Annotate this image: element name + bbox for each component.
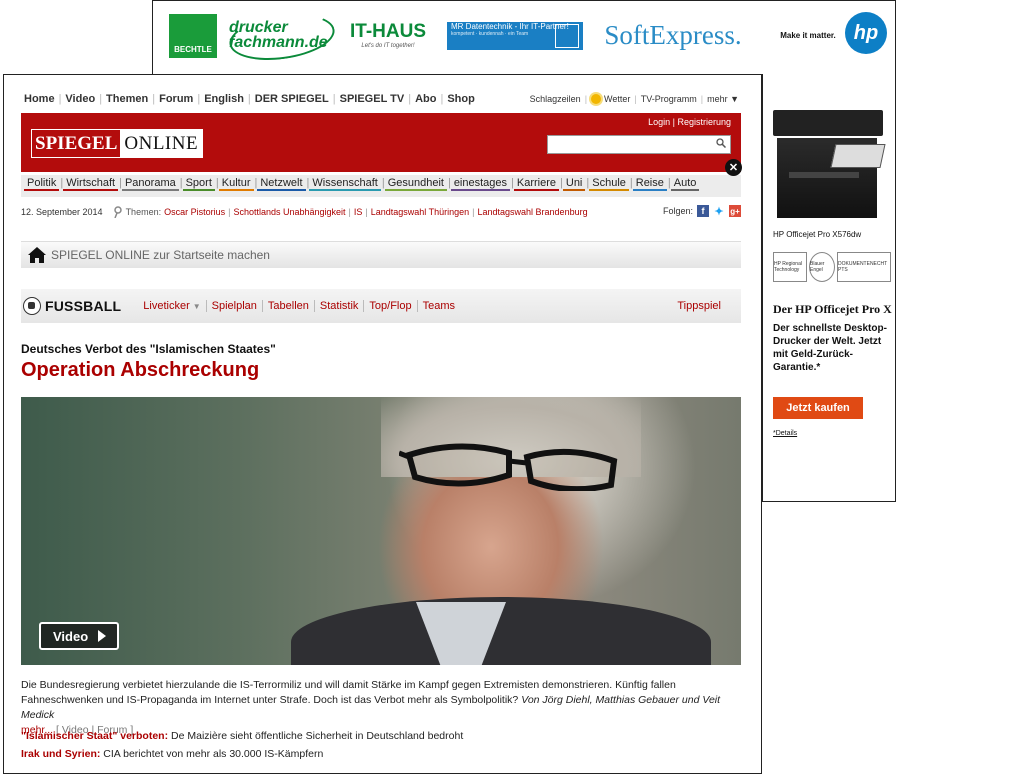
tippspiel-link[interactable]: Tippspiel	[677, 300, 721, 312]
topic-link[interactable]: Landtagswahl Brandenburg	[478, 207, 588, 217]
search-input[interactable]	[547, 135, 731, 154]
nav-themen[interactable]: Themen	[106, 93, 148, 105]
make-startpage-bar[interactable]: SPIEGEL ONLINE zur Startseite machen	[21, 241, 741, 268]
certification-badges: HP Regional Technology Blauer Engel DOKU…	[773, 252, 891, 282]
buy-now-button[interactable]: Jetzt kaufen	[773, 397, 863, 419]
ressort-wirtschaft[interactable]: Wirtschaft	[63, 175, 119, 191]
nav-video[interactable]: Video	[65, 93, 95, 105]
nav-tv-programm[interactable]: TV-Programm	[641, 94, 697, 104]
topic-link[interactable]: Oscar Pistorius	[164, 207, 225, 217]
fussball-bar: FUSSBALL Liveticker ▼ Spielplan Tabellen …	[21, 289, 741, 323]
service-nav-right: Schlagzeilen | Wetter | TV-Programm | mehr …	[529, 94, 739, 104]
spiegel-page: Home | Video | Themen | Forum | English | DER…	[3, 74, 762, 774]
nav-schlagzeilen[interactable]: Schlagzeilen	[530, 94, 581, 104]
nav-shop[interactable]: Shop	[447, 93, 475, 105]
dateline: 12. September 2014 Themen: Oscar Pistori…	[21, 205, 741, 218]
article-hero-image[interactable]: Video	[21, 397, 741, 665]
topic-link[interactable]: Landtagswahl Thüringen	[371, 207, 469, 217]
topflop-link[interactable]: Top/Flop	[363, 300, 416, 312]
article-teaser: Die Bundesregierung verbietet hierzuland…	[21, 679, 721, 736]
ressort-gesundheit[interactable]: Gesundheit	[384, 175, 447, 191]
mr-logo-icon	[555, 24, 579, 48]
topic-link[interactable]: IS	[354, 207, 363, 217]
dokumentenecht-badge-icon: DOKUMENTENECHT PTS	[837, 252, 891, 282]
site-header: SPIEGEL ONLINE Login | Registrierung	[21, 113, 741, 172]
topic-link[interactable]: Schottlands Unabhängigkeit	[233, 207, 345, 217]
bechtle-logo[interactable]: BECHTLE	[169, 14, 217, 58]
nav-home[interactable]: Home	[24, 93, 55, 105]
hp-tech-badge-icon: HP Regional Technology	[773, 252, 807, 282]
sun-icon	[591, 94, 602, 104]
teams-link[interactable]: Teams	[416, 300, 460, 312]
nav-der-spiegel[interactable]: DER SPIEGEL	[255, 93, 329, 105]
ressort-uni[interactable]: Uni	[562, 175, 586, 191]
ressort-panorama[interactable]: Panorama	[121, 175, 179, 191]
spielplan-link[interactable]: Spielplan	[205, 300, 262, 312]
dropdown-arrow-icon: ▼	[192, 302, 201, 311]
twitter-icon[interactable]: ✦	[713, 205, 725, 218]
mr-datentechnik-logo[interactable]: MR Datentechnik - Ihr IT-Partner! kompet…	[447, 22, 583, 50]
ressort-einestages[interactable]: einestages	[450, 175, 511, 191]
close-icon[interactable]: ✕	[725, 159, 742, 176]
ressort-nav: Politik | Wirtschaft | Panorama | Sport | Kultur…	[21, 175, 741, 197]
druckerfachmann-logo[interactable]: drucker fachmann.de	[226, 7, 338, 67]
ad-headline: Der HP Officejet Pro X	[773, 302, 892, 316]
liveticker-link[interactable]: Liveticker ▼	[143, 300, 205, 312]
follow-bar: Folgen: f ✦ g+	[662, 205, 741, 218]
themes-pin-icon	[113, 206, 122, 218]
article-kicker[interactable]: Deutsches Verbot des "Islamischen Staate…	[21, 342, 276, 356]
nav-wetter[interactable]: Wetter	[604, 94, 630, 104]
home-icon	[28, 247, 46, 263]
ressort-sport[interactable]: Sport	[182, 175, 215, 191]
ressort-netzwelt[interactable]: Netzwelt	[257, 175, 306, 191]
search-icon[interactable]	[716, 138, 726, 148]
spiegel-online-logo[interactable]: SPIEGEL ONLINE	[31, 129, 204, 158]
printer-image[interactable]	[773, 102, 886, 224]
ressort-auto[interactable]: Auto	[670, 175, 700, 191]
ressort-karriere[interactable]: Karriere	[513, 175, 560, 191]
top-ad-banner[interactable]: BECHTLE drucker fachmann.de IT-HAUS Let'…	[152, 0, 896, 75]
login-link[interactable]: Login | Registrierung	[648, 117, 731, 127]
ad-text: Der schnellste Desktop-Drucker der Welt.…	[773, 323, 887, 373]
facebook-icon[interactable]: f	[697, 205, 709, 217]
logo-swoosh-icon	[226, 7, 338, 67]
softexpress-logo[interactable]: SoftExpress.	[593, 15, 753, 55]
hp-logo[interactable]: hp	[845, 12, 887, 54]
tabellen-link[interactable]: Tabellen	[261, 300, 314, 312]
ressort-schule[interactable]: Schule	[589, 175, 629, 191]
google-plus-icon[interactable]: g+	[729, 205, 741, 217]
related-link[interactable]: "Islamischer Staat" verboten: De Maizièr…	[21, 730, 463, 742]
current-date: 12. September 2014	[21, 207, 103, 217]
themes-bar: Themen: Oscar Pistorius | Schottlands Una…	[113, 206, 588, 218]
nav-spiegel-tv[interactable]: SPIEGEL TV	[340, 93, 405, 105]
ressort-wissenschaft[interactable]: Wissenschaft	[309, 175, 381, 191]
right-ad-banner[interactable]: HP Officejet Pro X576dw HP Regional Tech…	[762, 74, 896, 502]
it-haus-logo[interactable]: IT-HAUS Let's do IT together!	[343, 13, 433, 57]
hp-slogan: Make it matter.	[780, 30, 836, 40]
details-link[interactable]: *Details	[773, 430, 797, 437]
article-headline[interactable]: Operation Abschreckung	[21, 359, 259, 382]
glasses-graphic	[399, 443, 618, 491]
play-icon	[98, 630, 107, 642]
blauer-engel-badge-icon: Blauer Engel	[809, 252, 835, 282]
nav-english[interactable]: English	[204, 93, 244, 105]
nav-forum[interactable]: Forum	[159, 93, 193, 105]
nav-abo[interactable]: Abo	[415, 93, 436, 105]
ressort-kultur[interactable]: Kultur	[218, 175, 254, 191]
product-name: HP Officejet Pro X576dw	[773, 230, 862, 239]
service-nav: Home | Video | Themen | Forum | English | DER…	[24, 93, 475, 105]
statistik-link[interactable]: Statistik	[313, 300, 364, 312]
video-play-button[interactable]: Video	[39, 622, 119, 650]
related-link[interactable]: Irak und Syrien: CIA berichtet von mehr …	[21, 748, 323, 760]
fussball-title[interactable]: FUSSBALL	[45, 298, 121, 314]
nav-mehr-dropdown[interactable]: mehr ▼	[707, 94, 739, 104]
ressort-politik[interactable]: Politik	[24, 175, 60, 191]
ressort-reise[interactable]: Reise	[632, 175, 667, 191]
football-icon	[23, 297, 41, 315]
